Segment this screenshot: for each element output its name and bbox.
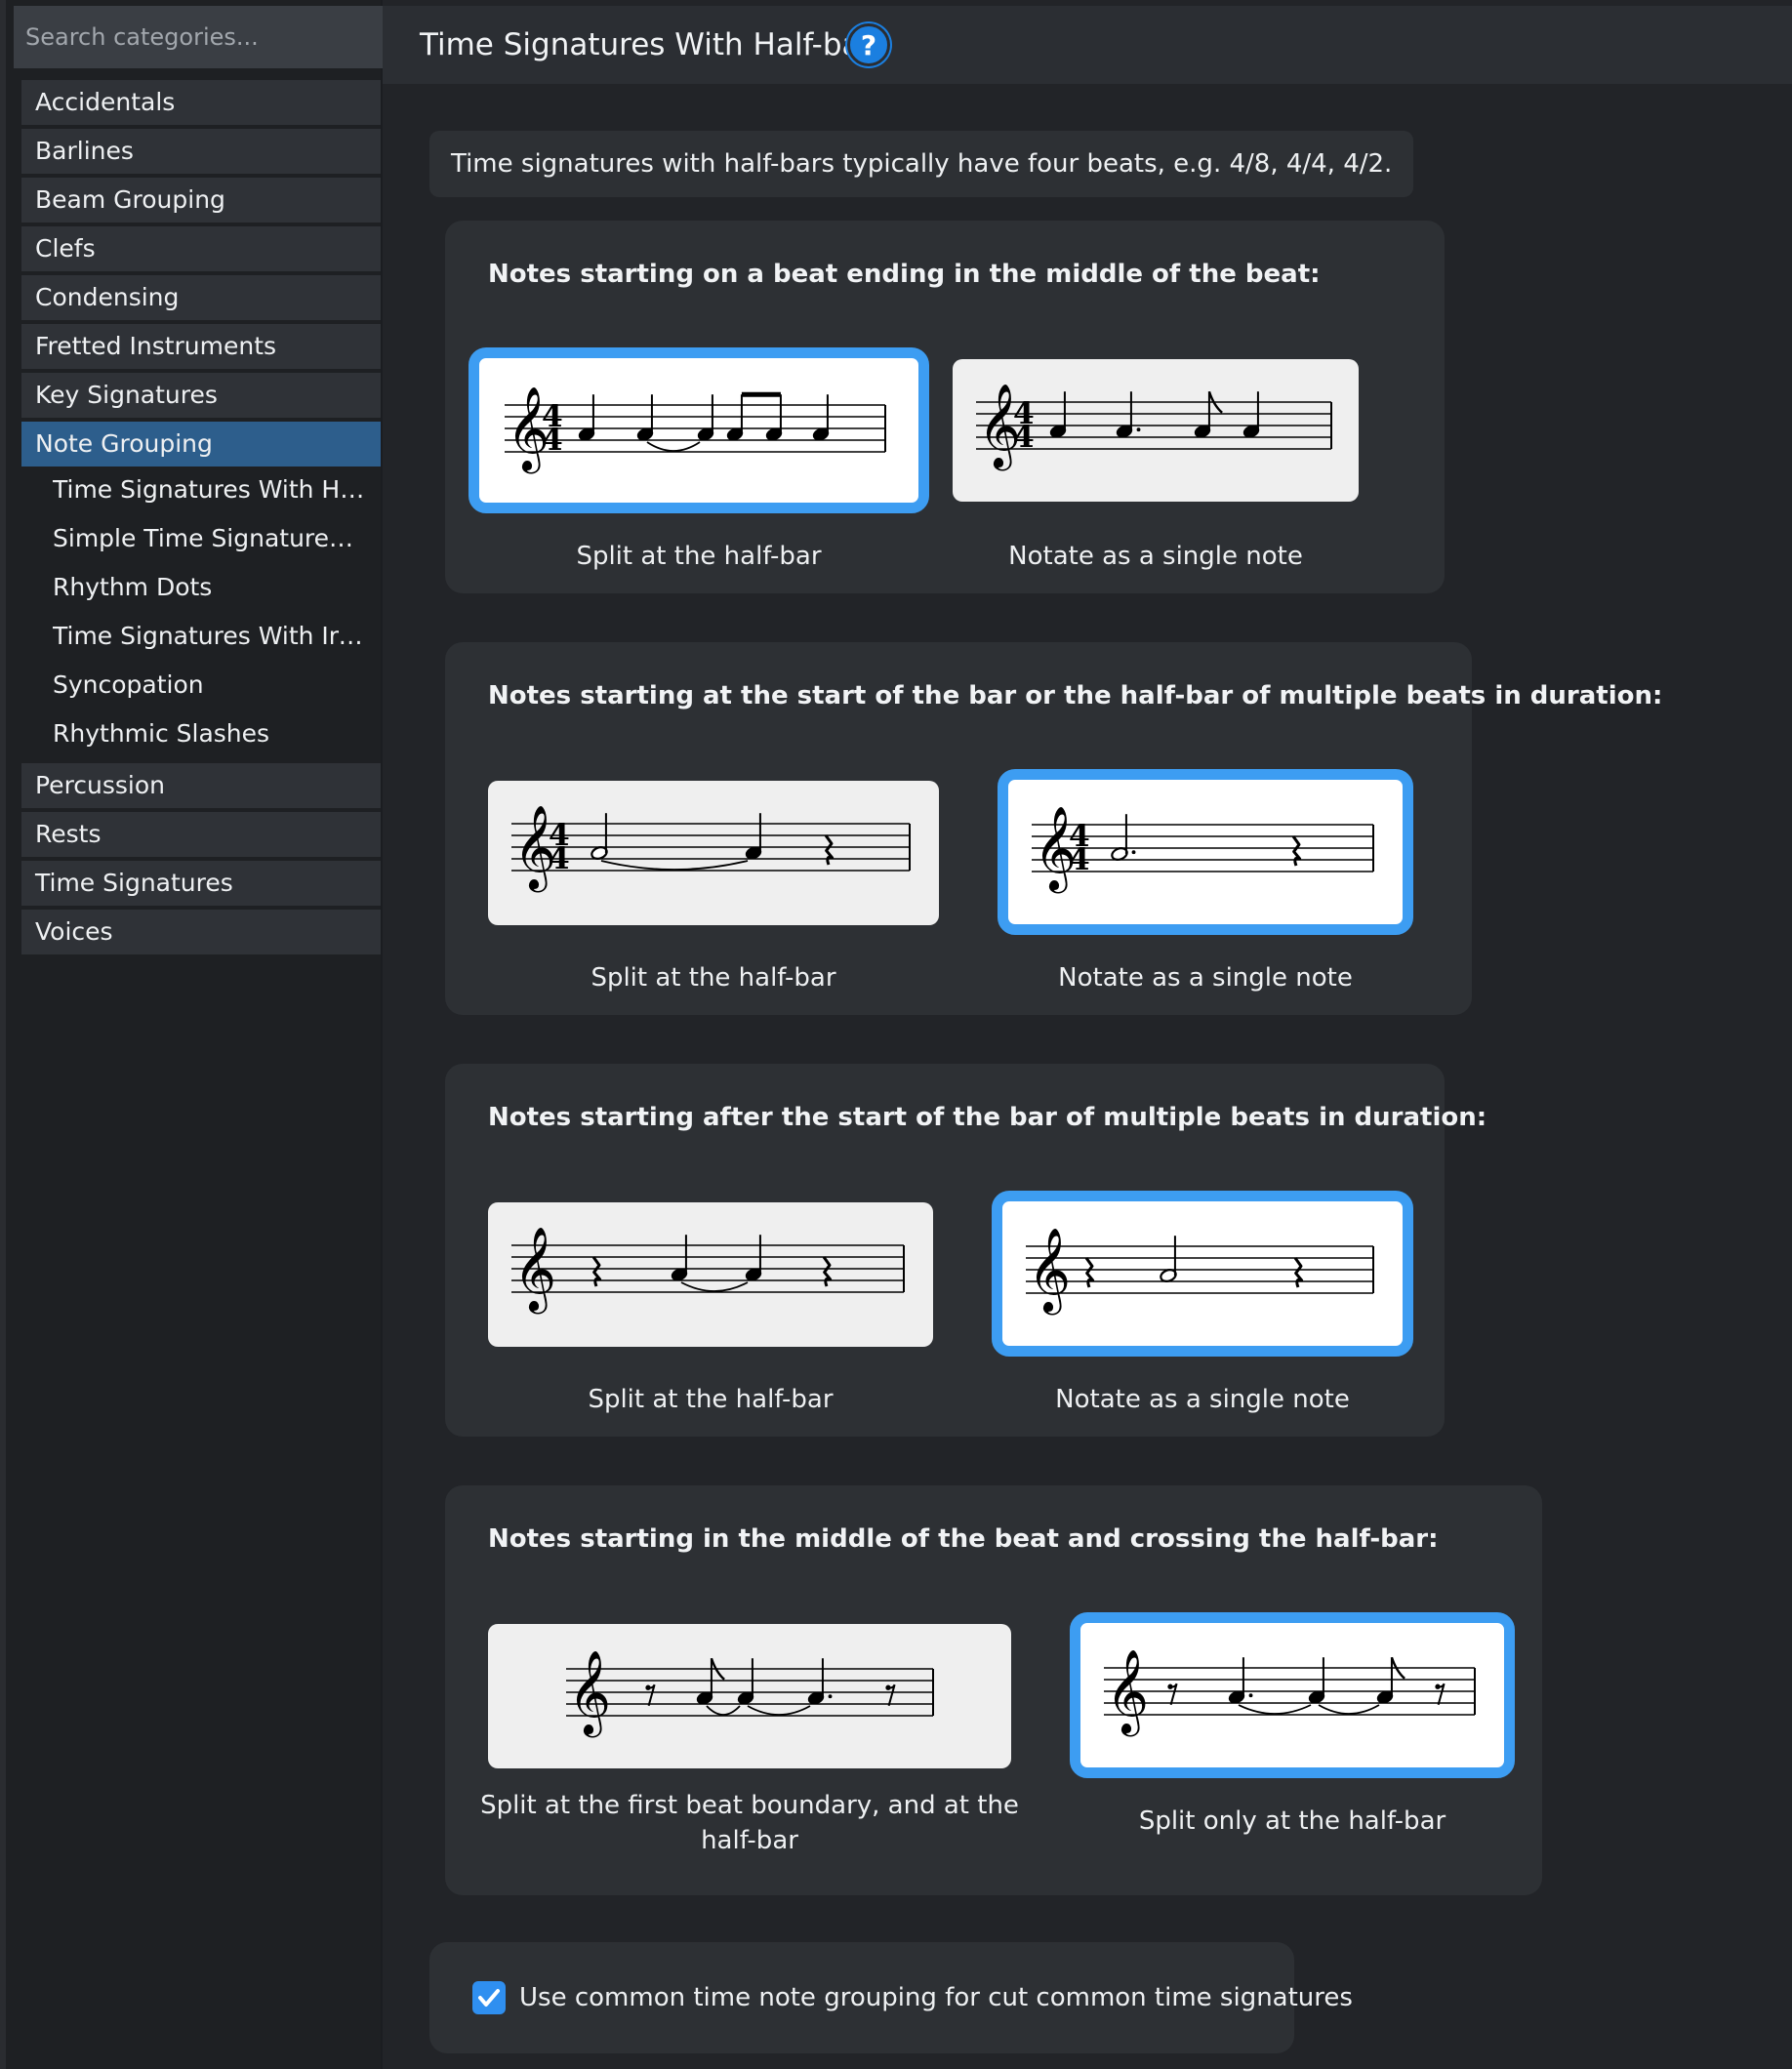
- category-condensing[interactable]: Condensing: [21, 275, 381, 320]
- checkbox-label: Use common time note grouping for cut co…: [519, 1983, 1353, 2012]
- notation-preview[interactable]: 𝄞 4 4: [998, 769, 1413, 935]
- notation-preview[interactable]: 𝄞: [1070, 1612, 1515, 1778]
- svg-text:4: 4: [542, 423, 563, 458]
- staff-preview: 𝄞: [1104, 1648, 1476, 1737]
- section-title: Notes starting in the middle of the beat…: [488, 1524, 1439, 1554]
- option-label: Split at the half-bar: [576, 542, 822, 571]
- option-label: Split only at the half-bar: [1138, 1806, 1446, 1836]
- subcategory-syncopation[interactable]: Syncopation: [53, 663, 365, 708]
- intro-text: Time signatures with half-bars typically…: [429, 131, 1414, 197]
- option-label: Notate as a single note: [1055, 1385, 1350, 1414]
- svg-text:𝄞: 𝄞: [568, 1649, 611, 1738]
- category-time-signatures[interactable]: Time Signatures: [21, 861, 381, 906]
- category-barlines[interactable]: Barlines: [21, 129, 381, 174]
- notation-preview[interactable]: 𝄞 4 4: [488, 781, 939, 925]
- category-sidebar: Accidentals Barlines Beam Grouping Clefs…: [0, 0, 387, 2069]
- app-window: Accidentals Barlines Beam Grouping Clefs…: [0, 0, 1792, 2069]
- subcategory-irregular-time-signatures[interactable]: Time Signatures With Irr…: [53, 614, 365, 659]
- category-fretted-instruments[interactable]: Fretted Instruments: [21, 324, 381, 369]
- section-title: Notes starting after the start of the ba…: [488, 1103, 1487, 1132]
- notation-preview[interactable]: 𝄞 4 4: [468, 347, 929, 513]
- search-categories-input[interactable]: [14, 6, 387, 68]
- svg-text:𝄞: 𝄞: [1028, 1227, 1071, 1316]
- subcategory-time-signatures-half-bars[interactable]: Time Signatures With Hal…: [53, 467, 365, 512]
- notation-preview[interactable]: 𝄞: [488, 1624, 1011, 1768]
- staff-preview: 𝄞: [566, 1649, 934, 1738]
- subcategory-rhythm-dots[interactable]: Rhythm Dots: [53, 565, 365, 610]
- staff-preview: 𝄞: [511, 1226, 905, 1315]
- section-title: Notes starting on a beat ending in the m…: [488, 260, 1321, 289]
- main-panel: Time Signatures With Half-bars ? Time si…: [383, 0, 1792, 2069]
- staff-preview: 𝄞44: [505, 385, 886, 474]
- svg-text:4: 4: [1013, 420, 1035, 455]
- category-voices[interactable]: Voices: [21, 910, 381, 954]
- category-rests[interactable]: Rests: [21, 812, 381, 857]
- category-key-signatures[interactable]: Key Signatures: [21, 373, 381, 418]
- notation-preview[interactable]: 𝄞: [488, 1202, 933, 1347]
- option-label: Split at the half-bar: [588, 1385, 834, 1414]
- help-icon[interactable]: ?: [847, 23, 890, 66]
- svg-text:𝄞: 𝄞: [1106, 1648, 1149, 1737]
- page-title: Time Signatures With Half-bars: [420, 27, 889, 62]
- section-multiple-beats-after: Notes starting after the start of the ba…: [445, 1064, 1487, 1437]
- section-title: Notes starting at the start of the bar o…: [488, 681, 1663, 710]
- notation-preview[interactable]: 𝄞: [992, 1191, 1413, 1357]
- section-multiple-beats-start: Notes starting at the start of the bar o…: [445, 642, 1662, 1015]
- page-header: Time Signatures With Half-bars ?: [383, 6, 1792, 84]
- staff-preview: 𝄞44: [976, 383, 1332, 471]
- svg-text:𝄞: 𝄞: [513, 1226, 556, 1315]
- common-time-grouping-option: Use common time note grouping for cut co…: [429, 1942, 1353, 2053]
- option-label: Notate as a single note: [1058, 963, 1353, 993]
- category-note-grouping[interactable]: Note Grouping: [21, 422, 381, 467]
- svg-text:4: 4: [1069, 842, 1090, 877]
- checkmark-icon: [478, 1989, 500, 2007]
- svg-text:4: 4: [549, 841, 570, 876]
- category-beam-grouping[interactable]: Beam Grouping: [21, 178, 381, 223]
- option-label: Split at the half-bar: [591, 963, 836, 993]
- notation-preview[interactable]: 𝄞 4 4: [953, 359, 1359, 502]
- subcategory-rhythmic-slashes[interactable]: Rhythmic Slashes: [53, 711, 365, 756]
- category-accidentals[interactable]: Accidentals: [21, 80, 381, 125]
- option-label: Notate as a single note: [1008, 542, 1303, 571]
- section-crossing-half-bar: Notes starting in the middle of the beat…: [445, 1485, 1542, 1895]
- subcategory-simple-time-signatures[interactable]: Simple Time Signatures W…: [53, 516, 365, 561]
- option-label: Split at the first beat boundary, and at…: [480, 1791, 1019, 1855]
- staff-preview: 𝄞44: [511, 804, 911, 893]
- common-time-grouping-checkbox[interactable]: [472, 1981, 506, 2014]
- staff-preview: 𝄞44: [1032, 805, 1374, 894]
- staff-preview: 𝄞: [1026, 1227, 1374, 1316]
- category-clefs[interactable]: Clefs: [21, 226, 381, 271]
- section-beat-middle: Notes starting on a beat ending in the m…: [445, 221, 1445, 593]
- category-percussion[interactable]: Percussion: [21, 763, 381, 808]
